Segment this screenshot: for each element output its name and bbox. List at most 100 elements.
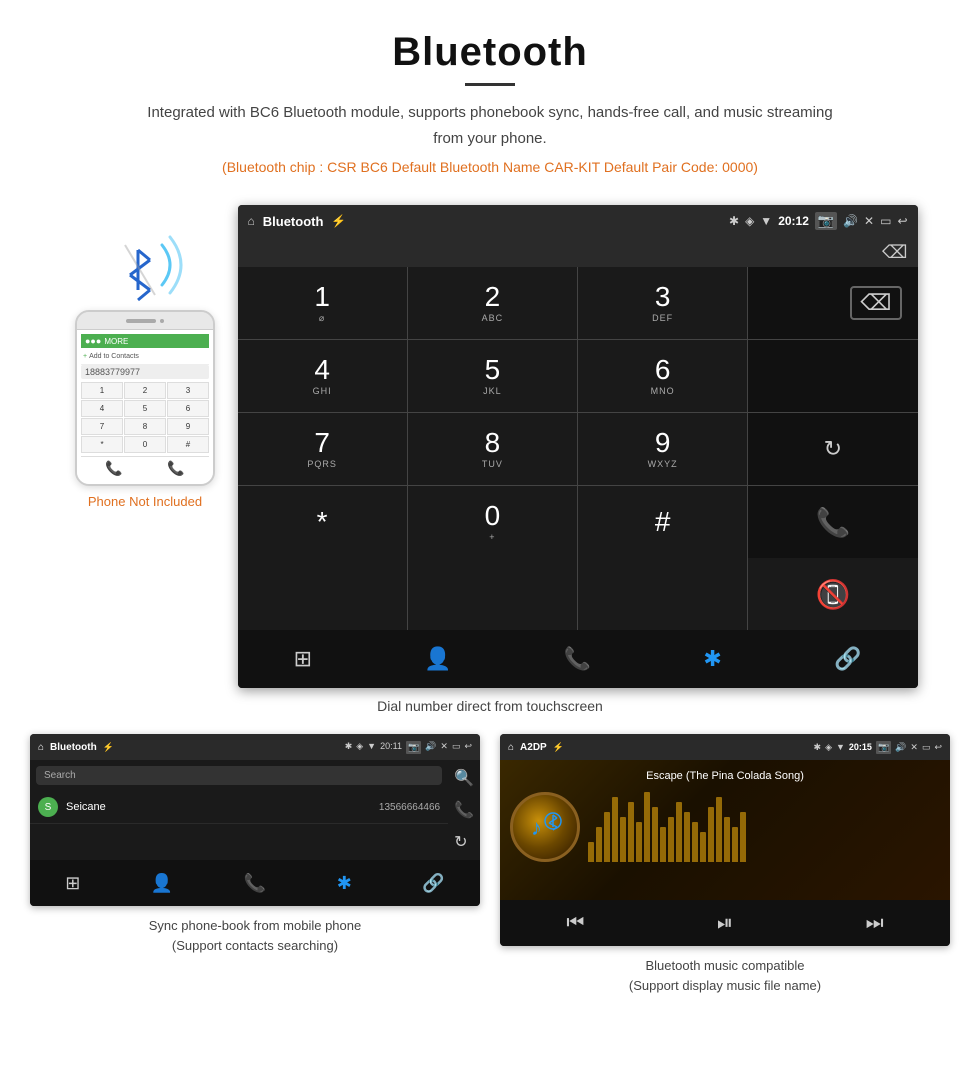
nav-link-icon[interactable]: 🔗: [834, 646, 861, 672]
pb-contact-letter: S: [38, 797, 58, 817]
pb-nav-bt[interactable]: ✱: [337, 873, 352, 894]
dial-key-1[interactable]: 1 ⌀: [238, 267, 407, 339]
phone-key-hash[interactable]: #: [167, 436, 209, 453]
phone-call-button[interactable]: 📞: [167, 460, 184, 477]
dial-status-bar: ⌂ Bluetooth ⚡ ✱ ◈ ▼ 20:12 📷 🔊 ✕ ▭ ↩: [238, 205, 918, 237]
phone-key-0[interactable]: 0: [124, 436, 166, 453]
call-icon: 📞: [815, 506, 850, 539]
dial-key-6[interactable]: 6 MNO: [578, 340, 747, 412]
music-cam-icon: 📷: [876, 741, 891, 754]
music-usb-icon: ⚡: [553, 742, 564, 753]
pb-reload-right-icon[interactable]: ↻: [454, 832, 474, 852]
music-back-icon: ↩: [934, 742, 942, 753]
nav-contacts-icon[interactable]: 👤: [424, 646, 451, 672]
eq-bar: [628, 802, 634, 862]
phone-bottom-bar: 📞 📞: [81, 456, 209, 480]
music-prev-icon[interactable]: ⏮: [566, 912, 584, 935]
eq-bar: [668, 817, 674, 862]
bottom-panels: ⌂ Bluetooth ⚡ ✱ ◈ ▼ 20:11 📷 🔊 ✕ ▭ ↩: [0, 734, 980, 1025]
phone-key-3[interactable]: 3: [167, 382, 209, 399]
pb-time: 20:11: [380, 741, 402, 754]
dial-screen-title: Bluetooth: [263, 214, 324, 229]
phone-key-9[interactable]: 9: [167, 418, 209, 435]
pb-phone-right-icon[interactable]: 📞: [454, 800, 474, 820]
pb-cam-icon: 📷: [406, 741, 421, 754]
pb-back-icon: ↩: [464, 741, 472, 754]
music-art-container: ♪: [510, 792, 940, 862]
android-dial-screen: ⌂ Bluetooth ⚡ ✱ ◈ ▼ 20:12 📷 🔊 ✕ ▭ ↩ ⌫: [238, 205, 918, 688]
eq-bar: [740, 812, 746, 862]
phone-speaker: [126, 319, 156, 323]
music-vol-icon: 🔊: [895, 742, 906, 753]
music-next-icon[interactable]: ⏭: [866, 912, 884, 935]
phone-end-button[interactable]: 📞: [105, 460, 122, 477]
nav-bt-icon[interactable]: ✱: [703, 646, 721, 672]
dial-key-0[interactable]: 0 +: [408, 486, 577, 558]
dial-key-9[interactable]: 9 WXYZ: [578, 413, 747, 485]
pb-nav-phone[interactable]: 📞: [244, 873, 266, 894]
dial-key-star[interactable]: *: [238, 486, 407, 558]
music-play-pause-icon[interactable]: ⏯: [717, 912, 733, 935]
eq-bar: [676, 802, 682, 862]
eq-bar: [700, 832, 706, 862]
phonebook-panel: ⌂ Bluetooth ⚡ ✱ ◈ ▼ 20:11 📷 🔊 ✕ ▭ ↩: [30, 734, 480, 995]
phone-key-2[interactable]: 2: [124, 382, 166, 399]
eq-bar: [732, 827, 738, 862]
status-bar-right: ✱ ◈ ▼ 20:12 📷 🔊 ✕ ▭ ↩: [729, 212, 908, 230]
dial-key-5[interactable]: 5 JKL: [408, 340, 577, 412]
wifi-status-icon: ▼: [760, 214, 772, 228]
music-screen-title: A2DP: [520, 742, 547, 753]
nav-grid-icon[interactable]: ⊞: [294, 646, 312, 672]
dial-key-4[interactable]: 4 GHI: [238, 340, 407, 412]
bt-status-icon: ✱: [729, 214, 739, 228]
phone-key-4[interactable]: 4: [81, 400, 123, 417]
dial-key-3[interactable]: 3 DEF: [578, 267, 747, 339]
volume-icon: 🔊: [843, 214, 858, 228]
phone-key-star[interactable]: *: [81, 436, 123, 453]
nav-phone-icon[interactable]: 📞: [564, 646, 591, 672]
phone-key-7[interactable]: 7: [81, 418, 123, 435]
dial-bottom-actions: 📵: [238, 558, 918, 630]
pb-nav-link[interactable]: 🔗: [422, 873, 444, 894]
camera-icon: 📷: [815, 212, 837, 230]
pb-wifi-icon: ▼: [367, 741, 376, 754]
pb-contact-number: 13566664466: [379, 802, 440, 813]
phone-key-5[interactable]: 5: [124, 400, 166, 417]
pb-status-bar: ⌂ Bluetooth ⚡ ✱ ◈ ▼ 20:11 📷 🔊 ✕ ▭ ↩: [30, 734, 480, 760]
phone-screen: ●●● MORE + Add to Contacts 18883779977 1…: [77, 330, 213, 484]
dial-end-button-real[interactable]: 📵: [748, 558, 917, 630]
music-screen-body: Escape (The Pina Colada Song) ♪: [500, 760, 950, 900]
eq-bar: [588, 842, 594, 862]
pb-search-right-icon[interactable]: 🔍: [454, 768, 474, 788]
music-status-left: ⌂ A2DP ⚡: [508, 742, 564, 753]
dial-key-delete[interactable]: ⌫: [748, 267, 917, 339]
page-header: Bluetooth Integrated with BC6 Bluetooth …: [0, 0, 980, 205]
x-icon: ✕: [864, 214, 874, 228]
dial-key-reload[interactable]: ↻: [748, 413, 917, 485]
phonebook-caption: Sync phone-book from mobile phone(Suppor…: [149, 916, 361, 955]
svg-text:♪: ♪: [531, 815, 542, 840]
music-screen: ⌂ A2DP ⚡ ✱ ◈ ▼ 20:15 📷 🔊 ✕ ▭ ↩: [500, 734, 950, 946]
bluetooth-signal-icon: [100, 225, 190, 310]
eq-bar: [652, 807, 658, 862]
dial-key-8[interactable]: 8 TUV: [408, 413, 577, 485]
delete-icon[interactable]: ⌫: [882, 242, 907, 263]
dial-key-hash[interactable]: #: [578, 486, 747, 558]
phone-key-8[interactable]: 8: [124, 418, 166, 435]
pb-usb-icon: ⚡: [103, 742, 114, 753]
music-wifi-icon: ▼: [836, 742, 845, 752]
dial-key-7[interactable]: 7 PQRS: [238, 413, 407, 485]
music-song-title: Escape (The Pina Colada Song): [646, 770, 804, 782]
pb-nav-user[interactable]: 👤: [151, 873, 173, 894]
phone-key-1[interactable]: 1: [81, 382, 123, 399]
phone-key-6[interactable]: 6: [167, 400, 209, 417]
music-win-icon: ▭: [922, 742, 931, 753]
pb-x-icon: ✕: [440, 741, 448, 754]
dial-key-call[interactable]: 📞: [748, 486, 917, 558]
pb-status-left: ⌂ Bluetooth ⚡: [38, 742, 114, 753]
status-time: 20:12: [778, 214, 809, 228]
dial-key-2[interactable]: 2 ABC: [408, 267, 577, 339]
pb-nav-grid[interactable]: ⊞: [65, 873, 80, 894]
pb-search-bar[interactable]: Search: [36, 766, 442, 785]
page-title: Bluetooth: [20, 30, 960, 75]
